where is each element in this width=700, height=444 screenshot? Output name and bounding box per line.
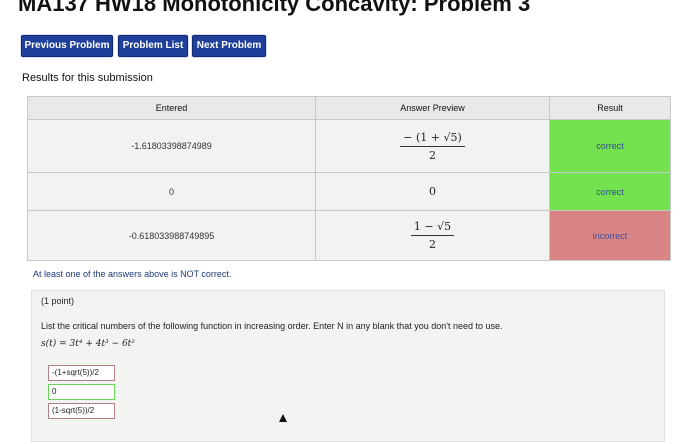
preview-value: 0 [429,185,436,198]
result-cell: correct [549,172,671,211]
preview-numerator: − (1 + √5) [400,131,465,147]
preview-denominator: 2 [428,148,436,162]
results-table: Entered Answer Preview Result -1.6180339… [27,96,671,261]
preview-numerator: 1 − √5 [410,220,455,236]
previous-problem-button[interactable]: Previous Problem [21,35,113,57]
result-cell: correct [549,119,671,173]
next-problem-button[interactable]: Next Problem [192,35,266,57]
preview-cell: − (1 + √5) 2 [315,119,550,173]
problem-function: s(t) = 3t⁴ + 4t³ − 6t² [41,339,135,349]
problem-points: (1 point) [41,296,75,306]
entered-cell: -1.61803398874989 [27,119,316,173]
entered-cell: -0.618033988749895 [27,210,316,261]
results-header-row: Entered Answer Preview Result [27,96,671,120]
column-answer-preview: Answer Preview [315,96,550,120]
results-heading: Results for this submission [22,72,153,84]
problem-list-button[interactable]: Problem List [118,35,188,57]
preview-fraction: 1 − √5 2 [410,220,455,251]
incorrect-warning: At least one of the answers above is NOT… [33,269,232,279]
result-cell: incorrect [549,210,671,261]
table-row: -1.61803398874989 − (1 + √5) 2 correct [27,119,671,173]
table-row: -0.618033988749895 1 − √5 2 incorrect [27,210,671,261]
entered-cell: 0 [27,172,316,211]
table-row: 0 0 correct [27,172,671,211]
answer-input-3[interactable]: (1-sqrt(5))/2 [48,403,115,419]
answer-input-1[interactable]: -(1+sqrt(5))/2 [48,365,115,381]
mouse-cursor-icon [279,414,287,422]
preview-denominator: 2 [429,238,436,251]
preview-cell: 1 − √5 2 [315,210,550,261]
page-title: MA137 HW18 Monotonicity Concavity: Probl… [18,0,531,16]
problem-instruction: List the critical numbers of the followi… [41,321,503,331]
preview-cell: 0 [315,172,550,211]
preview-fraction: − (1 + √5) 2 [400,131,465,162]
column-result: Result [549,96,671,120]
column-entered: Entered [27,96,316,120]
problem-box: (1 point) List the critical numbers of t… [31,290,665,442]
answer-input-2[interactable]: 0 [48,384,115,400]
